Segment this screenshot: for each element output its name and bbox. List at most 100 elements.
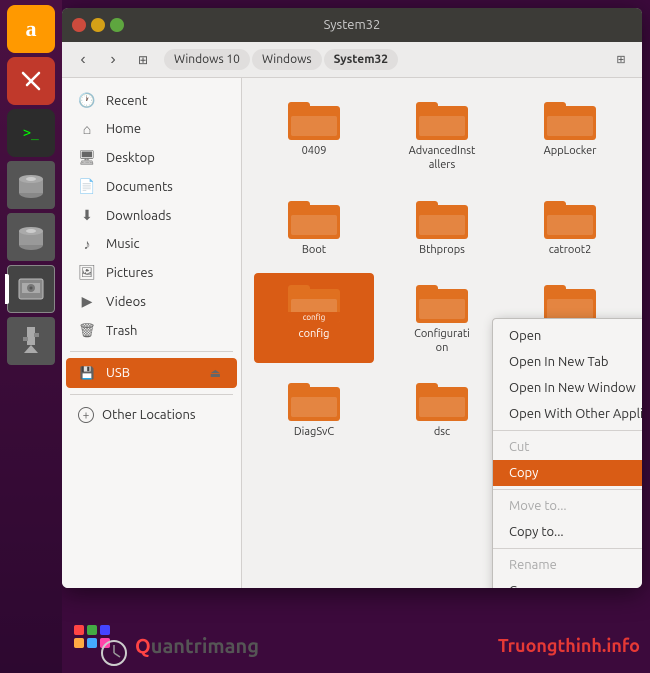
sidebar-label-recent: Recent [106, 94, 147, 108]
disk2-icon [15, 221, 47, 253]
ctx-move-to: Move to... [493, 493, 642, 519]
sidebar-label-downloads: Downloads [106, 209, 171, 223]
context-menu: Open Open In New Tab Open In New Window … [492, 318, 642, 588]
file-item-advanced-installers[interactable]: AdvancedInstallers [382, 90, 502, 181]
file-item-applocker[interactable]: AppLocker [510, 90, 630, 181]
back-button[interactable]: ‹ [70, 47, 96, 73]
folder-icon [416, 98, 468, 140]
file-name: dsc [434, 425, 450, 439]
sidebar-label-documents: Documents [106, 180, 173, 194]
taskbar: a >_ [0, 0, 62, 673]
usb-icon [16, 323, 46, 359]
taskbar-usb[interactable] [7, 317, 55, 365]
maximize-button[interactable] [110, 18, 124, 32]
tools-icon [17, 67, 45, 95]
breadcrumb-system32[interactable]: System32 [324, 49, 398, 70]
file-grid: 0409 AdvancedInstallers AppLocker [242, 78, 642, 588]
sidebar-label-trash: Trash [106, 324, 137, 338]
ctx-open-new-window[interactable]: Open In New Window [493, 375, 642, 401]
file-item-configuration[interactable]: Configurati on [382, 273, 502, 364]
ctx-divider3 [493, 548, 642, 549]
brand-rest: uantrimang [151, 634, 259, 657]
sidebar-item-downloads[interactable]: ⬇ Downloads [66, 201, 237, 230]
pictures-icon: 🖼 [78, 264, 96, 281]
sidebar-item-videos[interactable]: ▶ Videos [66, 287, 237, 316]
config-label: config [288, 312, 340, 323]
minimize-button[interactable] [91, 18, 105, 32]
file-name: AppLocker [544, 144, 597, 158]
sidebar-item-desktop[interactable]: 🖥 Desktop [66, 143, 237, 172]
forward-button[interactable]: › [100, 47, 126, 73]
close-button[interactable] [72, 18, 86, 32]
content-area: 🕐 Recent ⌂ Home 🖥 Desktop 📄 Documents ⬇ … [62, 78, 642, 588]
file-name: Boot [302, 243, 326, 257]
file-item-boot[interactable]: Boot [254, 189, 374, 265]
brand-logo [72, 623, 127, 668]
branding-area: Quantrimang Truongthinh.info [62, 623, 650, 668]
sidebar-item-other-locations[interactable]: + Other Locations [66, 401, 237, 429]
sidebar-item-trash[interactable]: 🗑 Trash [66, 316, 237, 345]
file-name: catroot2 [549, 243, 592, 257]
window-title: System32 [132, 18, 572, 32]
ctx-divider2 [493, 489, 642, 490]
truongthinh-text: Truongthinh.info [498, 636, 640, 656]
ctx-open-new-tab[interactable]: Open In New Tab [493, 349, 642, 375]
taskbar-disk2[interactable] [7, 213, 55, 261]
sidebar: 🕐 Recent ⌂ Home 🖥 Desktop 📄 Documents ⬇ … [62, 78, 242, 588]
eject-button[interactable]: ⏏ [206, 364, 225, 382]
ctx-copy-to[interactable]: Copy to... [493, 519, 642, 545]
ctx-open-other-app[interactable]: Open With Other Application [493, 401, 642, 427]
file-name: 0409 [302, 144, 327, 158]
taskbar-disk3[interactable] [7, 265, 55, 313]
ctx-divider1 [493, 430, 642, 431]
sidebar-item-pictures[interactable]: 🖼 Pictures [66, 258, 237, 287]
sidebar-divider2 [70, 394, 233, 395]
videos-icon: ▶ [78, 293, 96, 310]
desktop-icon: 🖥 [78, 149, 96, 166]
sidebar-item-documents[interactable]: 📄 Documents [66, 172, 237, 201]
disk1-icon [15, 169, 47, 201]
sidebar-item-usb[interactable]: 💾 USB ⏏ [66, 358, 237, 388]
quantrimang-text: Quantrimang [135, 634, 259, 657]
ctx-rename: Rename [493, 552, 642, 578]
ctx-open[interactable]: Open [493, 323, 642, 349]
home-icon: ⌂ [78, 121, 96, 137]
toolbar: ‹ › ⊞ Windows 10 Windows System32 ⊞ [62, 42, 642, 78]
file-name: Configurati on [407, 327, 477, 356]
file-item-catroot2[interactable]: catroot2 [510, 189, 630, 265]
view-toggle-button[interactable]: ⊞ [608, 47, 634, 73]
file-item-bthprops[interactable]: Bthprops [382, 189, 502, 265]
plus-icon: + [78, 407, 94, 423]
taskbar-tools[interactable] [7, 57, 55, 105]
taskbar-disk1[interactable] [7, 161, 55, 209]
file-item-dsc[interactable]: dsc [382, 371, 502, 447]
sidebar-divider [70, 351, 233, 352]
taskbar-amazon[interactable]: a [7, 5, 55, 53]
sidebar-item-music[interactable]: ♪ Music [66, 230, 237, 258]
brand-q: Q [135, 634, 151, 657]
recent-icon: 🕐 [78, 92, 96, 109]
folder-icon [416, 281, 468, 323]
file-item-0409[interactable]: 0409 [254, 90, 374, 181]
file-name: Bthprops [419, 243, 465, 257]
folder-icon [416, 197, 468, 239]
taskbar-terminal[interactable]: >_ [7, 109, 55, 157]
breadcrumb-windows10[interactable]: Windows 10 [164, 49, 250, 70]
titlebar: System32 [62, 8, 642, 42]
breadcrumb-windows[interactable]: Windows [252, 49, 322, 70]
ctx-compress[interactable]: Compress... [493, 578, 642, 588]
folder-icon [544, 281, 596, 323]
sidebar-item-home[interactable]: ⌂ Home [66, 115, 237, 143]
folder-icon [288, 197, 340, 239]
folder-icon [416, 379, 468, 421]
file-item-diagsvc[interactable]: DiagSvC [254, 371, 374, 447]
breadcrumb-bar: Windows 10 Windows System32 [164, 49, 400, 70]
sidebar-item-recent[interactable]: 🕐 Recent [66, 86, 237, 115]
sidebar-label-home: Home [106, 122, 141, 136]
ctx-copy[interactable]: Copy [493, 460, 642, 486]
folder-icon [544, 98, 596, 140]
file-name: DiagSvC [294, 425, 334, 439]
parent-folder-button[interactable]: ⊞ [130, 47, 156, 73]
file-item-config[interactable]: config config [254, 273, 374, 364]
music-icon: ♪ [78, 236, 96, 252]
